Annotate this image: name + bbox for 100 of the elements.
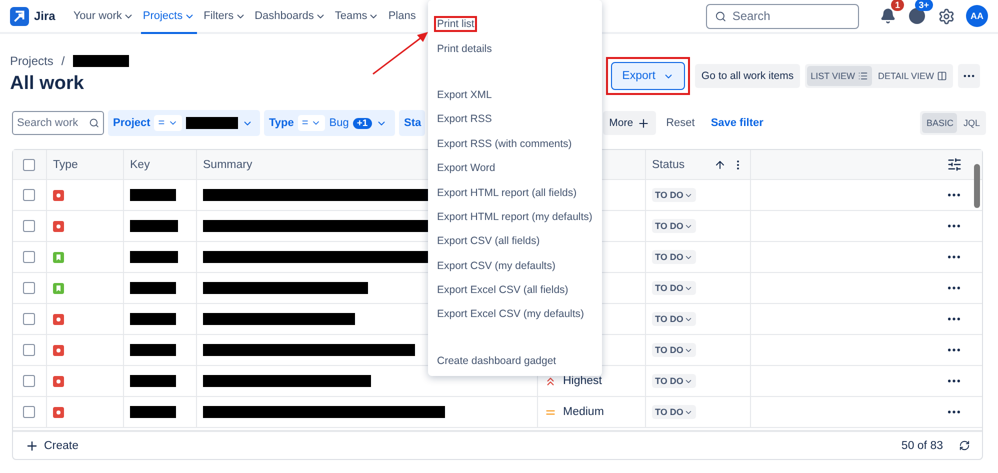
reset-button[interactable]: Reset — [660, 117, 701, 129]
redaction-bar — [130, 220, 178, 232]
bug-type-icon — [53, 314, 64, 324]
checkbox[interactable] — [23, 375, 35, 387]
menu-item[interactable]: Create dashboard gadget — [428, 348, 602, 374]
logo-icon[interactable] — [10, 6, 29, 26]
nav-item[interactable]: Dashboards — [252, 0, 328, 34]
redaction-bar — [130, 251, 178, 263]
column-header[interactable]: Key — [130, 158, 150, 170]
view-tab[interactable]: DETAIL VIEW — [874, 66, 951, 86]
priority-text: Highest — [563, 375, 602, 387]
go-to-all-button[interactable]: Go to all work items — [695, 64, 800, 88]
menu-item[interactable]: Export CSV (all fields) — [428, 229, 602, 254]
status-dropdown[interactable]: TO DO — [652, 312, 696, 326]
nav-item[interactable]: Your work — [71, 0, 136, 34]
search-work-field[interactable]: Search work — [12, 111, 104, 135]
type-filter[interactable]: Type = Bug +1 — [264, 110, 395, 136]
status-filter[interactable]: Sta — [399, 110, 426, 136]
redaction-bar — [130, 344, 176, 356]
notification-count: 1 — [890, 0, 904, 11]
sort-arrow-icon[interactable] — [714, 158, 726, 170]
status-dropdown[interactable]: TO DO — [652, 219, 696, 233]
checkbox[interactable] — [23, 251, 35, 263]
checkbox[interactable] — [23, 406, 35, 418]
redaction-bar — [72, 55, 129, 67]
search-input[interactable]: Search — [732, 9, 850, 23]
menu-item[interactable]: Export CSV (my defaults) — [428, 254, 602, 278]
checkbox[interactable] — [23, 282, 35, 294]
menu-item[interactable]: Print list — [428, 12, 602, 36]
status-dropdown[interactable]: TO DO — [652, 374, 696, 388]
checkbox[interactable] — [23, 313, 35, 325]
menu-item[interactable]: Export XML — [428, 82, 602, 108]
redaction-bar — [130, 189, 176, 201]
search-field[interactable]: Search — [706, 4, 859, 28]
refresh-icon[interactable] — [959, 440, 970, 451]
bell-icon — [880, 8, 896, 24]
breadcrumb-separator: / — [61, 54, 65, 68]
nav-item[interactable]: Projects — [140, 0, 197, 34]
redaction-bar — [186, 117, 238, 129]
redaction-bar — [130, 406, 176, 418]
bug-type-icon — [53, 344, 64, 356]
help-icon — [909, 8, 925, 24]
bookmark-type-icon — [53, 282, 64, 294]
menu-item[interactable]: Export HTML report (all fields) — [428, 180, 602, 205]
plus-icon — [637, 116, 650, 130]
nav-item[interactable]: Filters — [202, 0, 248, 34]
nav-item[interactable]: Plans — [386, 0, 418, 34]
menu-item[interactable]: Print details — [428, 36, 602, 61]
priority-text: Medium — [563, 406, 604, 418]
search-icon — [88, 117, 99, 129]
mode-tab[interactable]: BASIC — [922, 113, 958, 133]
menu-item[interactable]: Export Excel CSV (my defaults) — [428, 302, 602, 327]
logo-text: Jira — [34, 9, 56, 23]
checkbox[interactable] — [23, 158, 35, 170]
checkbox[interactable] — [23, 220, 35, 232]
search-icon — [715, 10, 726, 22]
redaction-bar — [130, 282, 176, 294]
more-button[interactable] — [958, 64, 980, 88]
create-button[interactable]: Create — [25, 438, 79, 452]
nav-item[interactable]: Teams — [332, 0, 382, 34]
project-filter[interactable]: Project = — [108, 110, 260, 136]
column-header[interactable]: Type — [53, 158, 78, 170]
settings-icon — [938, 8, 954, 24]
checkbox[interactable] — [23, 344, 35, 356]
menu-item[interactable]: Export Word — [428, 156, 602, 180]
bug-type-icon — [53, 220, 64, 232]
status-dropdown[interactable]: TO DO — [652, 405, 696, 419]
status-dropdown[interactable]: TO DO — [652, 281, 696, 295]
bookmark-type-icon — [53, 252, 64, 262]
menu-item[interactable]: Export RSS (with comments) — [428, 132, 602, 156]
redaction-bar — [130, 313, 176, 325]
search-work-input[interactable]: Search work — [17, 117, 87, 129]
bug-type-icon — [53, 376, 64, 386]
menu-item[interactable]: Export HTML report (my defaults) — [428, 204, 602, 230]
view-tab[interactable]: LIST VIEW — [806, 66, 872, 86]
help-count: 3+ — [914, 0, 933, 11]
status-dropdown[interactable]: TO DO — [652, 343, 696, 357]
count-badge: +1 — [352, 118, 372, 128]
annotation-arrow — [372, 30, 430, 76]
column-header[interactable]: Status — [652, 158, 685, 170]
menu-item[interactable]: Export RSS — [428, 107, 602, 132]
bug-type-icon — [53, 406, 64, 418]
columns-icon — [937, 71, 947, 81]
export-button[interactable]: Export — [611, 62, 686, 90]
status-dropdown[interactable]: TO DO — [652, 250, 696, 264]
more-filters-button[interactable]: More — [603, 111, 656, 135]
menu-item[interactable]: Export Excel CSV (all fields) — [428, 278, 602, 302]
sliders-icon[interactable] — [947, 157, 962, 172]
mode-tab[interactable]: JQL — [959, 113, 984, 133]
bug-type-icon — [53, 190, 64, 200]
checkbox[interactable] — [23, 189, 35, 201]
page-title: All work — [10, 73, 85, 95]
plus-icon — [25, 438, 39, 452]
status-dropdown[interactable]: TO DO — [652, 188, 696, 202]
redaction-bar — [130, 375, 176, 387]
save-filter-link[interactable]: Save filter — [704, 117, 770, 129]
breadcrumb-link[interactable]: Projects — [10, 54, 54, 68]
column-header[interactable]: Summary — [203, 158, 252, 170]
result-count: 50 of 83 — [901, 440, 943, 452]
avatar[interactable]: AA — [966, 5, 988, 27]
